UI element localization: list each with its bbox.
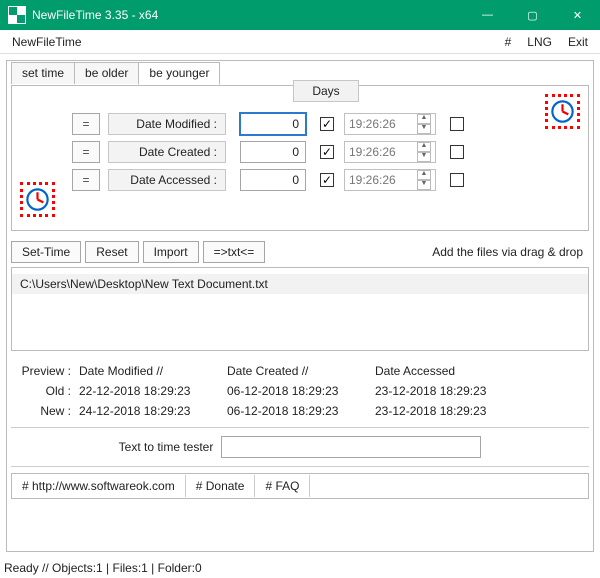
divider	[11, 466, 589, 467]
preview-panel: Preview : Date Modified // Date Created …	[17, 361, 583, 421]
reset-button[interactable]: Reset	[85, 241, 138, 263]
close-button[interactable]: ✕	[555, 0, 600, 30]
time-value: 19:26:26	[349, 170, 396, 190]
minimize-button[interactable]: —	[465, 0, 510, 30]
link-website[interactable]: # http://www.softwareok.com	[12, 475, 186, 497]
checkbox-modified[interactable]: ✓	[320, 117, 334, 131]
new-label: New :	[17, 404, 79, 418]
new-date-accessed: 23-12-2018 18:29:23	[375, 404, 523, 418]
spin-up-icon[interactable]: ▲	[417, 170, 431, 180]
spin-down-icon[interactable]: ▼	[417, 180, 431, 190]
divider	[11, 427, 589, 428]
title-bar: NewFileTime 3.35 - x64 — ▢ ✕	[0, 0, 600, 30]
days-input-created[interactable]: 0	[240, 141, 306, 163]
row-date-modified: = Date Modified : 0 ✓ 19:26:26 ▲▼ ✓	[12, 110, 588, 138]
import-button[interactable]: Import	[143, 241, 199, 263]
col-header: Date Accessed	[375, 364, 455, 378]
spin-down-icon[interactable]: ▼	[417, 124, 431, 134]
checkbox2-created[interactable]: ✓	[450, 145, 464, 159]
list-item[interactable]: C:\Users\New\Desktop\New Text Document.t…	[12, 274, 588, 294]
app-icon	[8, 6, 26, 24]
col-header: Date Modified	[79, 364, 153, 378]
col-header: Date Created	[227, 364, 298, 378]
tab-be-older[interactable]: be older	[74, 62, 139, 84]
new-date-created: 06-12-2018 18:29:23	[227, 404, 375, 418]
time-input-created[interactable]: 19:26:26 ▲▼	[344, 141, 436, 163]
file-list[interactable]: C:\Users\New\Desktop\New Text Document.t…	[11, 267, 589, 351]
preview-label: Preview :	[17, 364, 79, 378]
old-date-created: 06-12-2018 18:29:23	[227, 384, 375, 398]
checkbox2-modified[interactable]: ✓	[450, 117, 464, 131]
eq-button[interactable]: =	[72, 169, 100, 191]
bottom-links: # http://www.softwareok.com # Donate # F…	[11, 473, 589, 499]
drag-drop-hint[interactable]: Add the files via drag & drop	[432, 245, 583, 259]
time-value: 19:26:26	[349, 142, 396, 162]
days-input-modified[interactable]: 0	[240, 113, 306, 135]
tab-set-time[interactable]: set time	[11, 62, 75, 84]
label-date-created: Date Created :	[108, 141, 226, 163]
menu-lng[interactable]: LNG	[519, 32, 560, 52]
menu-hash[interactable]: #	[497, 32, 520, 52]
time-input-accessed[interactable]: 19:26:26 ▲▼	[344, 169, 436, 191]
spin-up-icon[interactable]: ▲	[417, 142, 431, 152]
old-date-accessed: 23-12-2018 18:29:23	[375, 384, 523, 398]
eq-button[interactable]: =	[72, 113, 100, 135]
window-buttons: — ▢ ✕	[465, 0, 600, 30]
menu-exit[interactable]: Exit	[560, 32, 596, 52]
txt-button[interactable]: =>txt<=	[203, 241, 266, 263]
toolbar: Set-Time Reset Import =>txt<= Add the fi…	[11, 241, 589, 263]
row-date-accessed: = Date Accessed : 0 ✓ 19:26:26 ▲▼ ✓	[12, 166, 588, 194]
spin-down-icon[interactable]: ▼	[417, 152, 431, 162]
tester-bar: Text to time tester	[7, 434, 593, 460]
menu-newfiletime[interactable]: NewFileTime	[4, 32, 90, 52]
link-faq[interactable]: # FAQ	[255, 475, 310, 497]
set-time-button[interactable]: Set-Time	[11, 241, 81, 263]
time-input-modified[interactable]: 19:26:26 ▲▼	[344, 113, 436, 135]
new-date-modified: 24-12-2018 18:29:23	[79, 404, 227, 418]
window-title: NewFileTime 3.35 - x64	[32, 8, 465, 22]
status-bar: Ready // Objects:1 | Files:1 | Folder:0	[0, 558, 600, 578]
link-donate[interactable]: # Donate	[186, 475, 256, 497]
days-input-accessed[interactable]: 0	[240, 169, 306, 191]
label-date-modified: Date Modified :	[108, 113, 226, 135]
tester-input[interactable]	[221, 436, 481, 458]
days-header: Days	[293, 80, 359, 102]
checkbox-created[interactable]: ✓	[320, 145, 334, 159]
maximize-button[interactable]: ▢	[510, 0, 555, 30]
row-date-created: = Date Created : 0 ✓ 19:26:26 ▲▼ ✓	[12, 138, 588, 166]
checkbox2-accessed[interactable]: ✓	[450, 173, 464, 187]
tab-be-younger[interactable]: be younger	[138, 62, 220, 85]
status-text: Ready // Objects:1 | Files:1 | Folder:0	[4, 561, 202, 575]
tester-label: Text to time tester	[119, 440, 214, 454]
old-date-modified: 22-12-2018 18:29:23	[79, 384, 227, 398]
spin-up-icon[interactable]: ▲	[417, 114, 431, 124]
eq-button[interactable]: =	[72, 141, 100, 163]
tab-panel: Days = Date Modified : 0 ✓ 19:26:26 ▲▼ ✓	[11, 85, 589, 231]
main-panel: set time be older be younger Days = Date…	[6, 60, 594, 552]
label-date-accessed: Date Accessed :	[108, 169, 226, 191]
menu-bar: NewFileTime # LNG Exit	[0, 30, 600, 54]
checkbox-accessed[interactable]: ✓	[320, 173, 334, 187]
old-label: Old :	[17, 384, 79, 398]
time-value: 19:26:26	[349, 114, 396, 134]
